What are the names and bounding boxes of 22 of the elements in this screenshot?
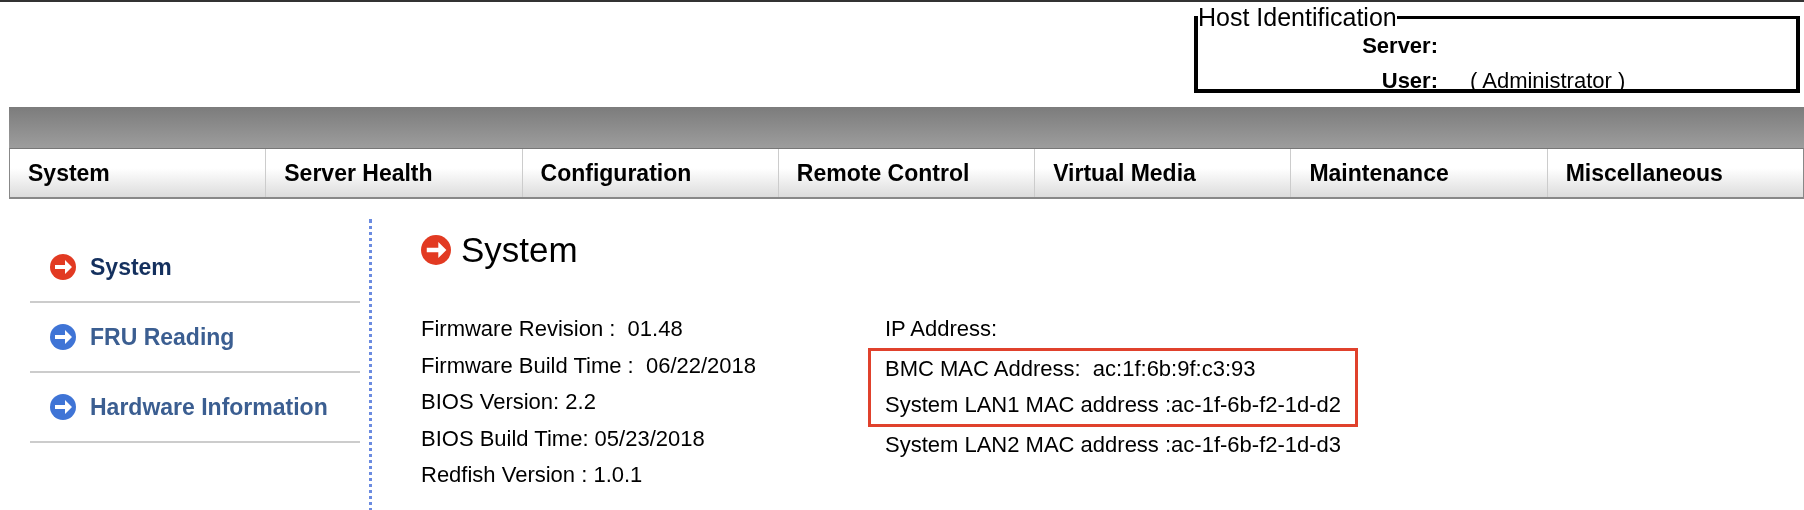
info-text: Firmware Revision : 01.48 — [421, 315, 684, 343]
panel-title: Host Identification — [1198, 6, 1397, 28]
info-text: System LAN2 MAC address :ac-1f-6b-f2-1d-d3 — [885, 430, 1343, 459]
info-text: System LAN1 MAC address :ac-1f-6b-f2-1d-d2 — [885, 391, 1342, 419]
info-text: IP Address: — [885, 315, 999, 343]
nav-tab[interactable]: Server Health — [266, 149, 523, 197]
info-text: Firmware Build Time : 06/22/2018 — [421, 351, 758, 380]
sidebar-item[interactable]: Hardware Information — [30, 373, 360, 443]
field-label: Server: — [1362, 32, 1438, 59]
field-label: User: — [1381, 67, 1438, 94]
sidebar-item[interactable]: System — [30, 233, 360, 303]
page-title: System — [461, 230, 578, 270]
info-text: BMC MAC Address: ac:1f:6b:9f:c3:93 — [885, 354, 1257, 383]
nav-tab[interactable]: Maintenance — [1291, 149, 1548, 197]
nav-tab[interactable]: System — [10, 149, 267, 197]
info-text: Redfish Version : 1.0.1 — [421, 461, 644, 489]
info-text: BIOS Build Time: 05/23/2018 — [421, 424, 706, 453]
nav-tab[interactable]: Configuration — [522, 149, 779, 197]
info-text: BIOS Version: 2.2 — [421, 388, 597, 416]
nav-tab[interactable]: Virtual Media — [1035, 149, 1292, 197]
nav-tab[interactable]: Remote Control — [778, 149, 1036, 197]
sidebar-item[interactable]: FRU Reading — [30, 303, 360, 373]
